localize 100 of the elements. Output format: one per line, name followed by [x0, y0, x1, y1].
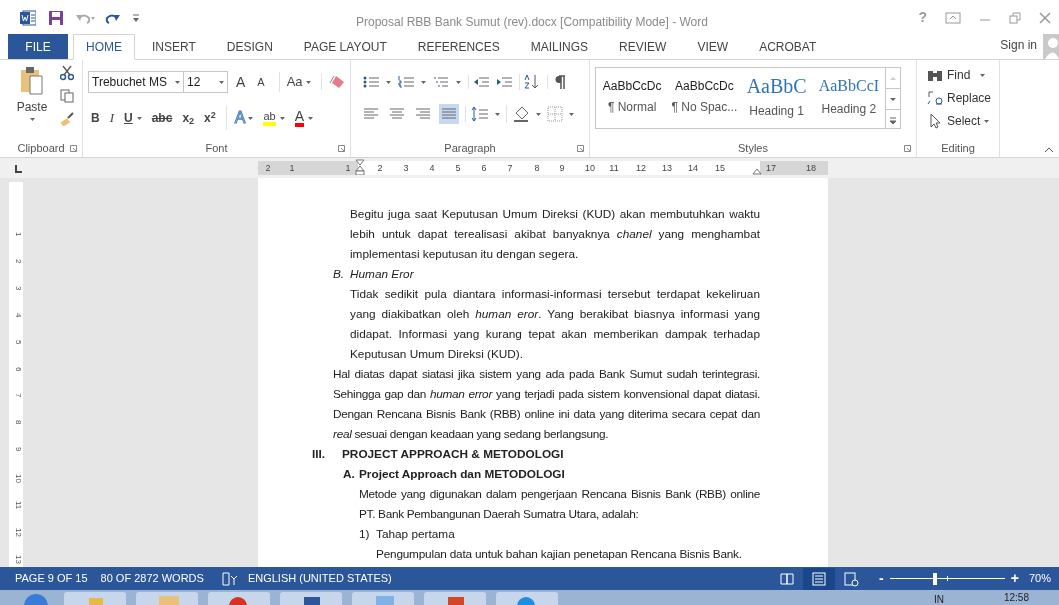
- caret-icon[interactable]: [308, 116, 314, 120]
- caret-icon: [29, 118, 35, 121]
- close-icon[interactable]: [1039, 11, 1051, 24]
- cut-icon[interactable]: [60, 65, 74, 81]
- highlight-button[interactable]: ab: [263, 110, 276, 126]
- taskbar-app-icon[interactable]: [208, 592, 270, 605]
- shading-icon[interactable]: [506, 105, 530, 123]
- caret-icon[interactable]: [279, 116, 285, 120]
- find-button[interactable]: Find: [927, 66, 992, 84]
- caret-icon[interactable]: [569, 112, 574, 116]
- ruler-number: 3: [403, 162, 409, 175]
- paragraph: Metode yang digunakan dalam pengerjaan Rencana Bisnis Bank (RBB) online PT. Bank Pembangunan Daerah Sumatra Utara, adalah:: [359, 487, 760, 521]
- ruler-number: 2: [377, 162, 383, 175]
- language-indicator[interactable]: ENGLISH (UNITED STATES): [247, 570, 392, 587]
- proofing-icon[interactable]: [221, 571, 238, 586]
- page-count[interactable]: PAGE 9 OF 15: [15, 570, 88, 587]
- paste-button[interactable]: Paste: [12, 66, 52, 138]
- replace-button[interactable]: Replace: [927, 89, 992, 107]
- dialog-launcher-icon[interactable]: [904, 145, 911, 152]
- bold-button[interactable]: B: [91, 109, 100, 127]
- zoom-slider[interactable]: [889, 572, 1005, 585]
- dialog-launcher-icon[interactable]: [577, 145, 584, 152]
- list-item-text: Human Eror: [350, 266, 414, 283]
- ribbon-tab[interactable]: ACROBAT: [745, 34, 831, 59]
- format-painter-icon[interactable]: [60, 112, 74, 126]
- file-tab[interactable]: FILE: [8, 34, 68, 59]
- caret-icon[interactable]: [136, 116, 142, 120]
- ribbon-tab[interactable]: PAGE LAYOUT: [289, 34, 401, 59]
- numbering-icon[interactable]: [398, 75, 414, 89]
- increase-indent-icon[interactable]: [496, 75, 512, 89]
- ribbon-tab[interactable]: INSERT: [138, 34, 210, 59]
- ribbon-tab[interactable]: REVIEW: [605, 34, 681, 59]
- sub-button[interactable]: x$_{2}$: [182, 109, 195, 127]
- bullets-icon[interactable]: [363, 75, 379, 89]
- font-color-button[interactable]: A: [294, 109, 305, 127]
- save-icon[interactable]: [48, 9, 64, 26]
- taskbar-app-icon[interactable]: [280, 592, 342, 605]
- word-logo-icon[interactable]: [20, 9, 36, 26]
- ruler-number: 2: [13, 258, 23, 264]
- font-name-field[interactable]: Trebuchet MS: [88, 71, 184, 93]
- collapse-ribbon-icon[interactable]: [1044, 147, 1054, 153]
- ruler-number: 1: [289, 162, 295, 175]
- group-label: Clipboard: [17, 140, 65, 156]
- sup-button[interactable]: x$^{2}$: [204, 109, 216, 127]
- taskbar-app-icon[interactable]: [496, 592, 558, 605]
- dialog-launcher-icon[interactable]: [70, 145, 77, 152]
- zoom-out-button[interactable]: -: [879, 568, 884, 589]
- paragraph: Pengumpulan data untuk bahan kajian penetapan Rencana Bisnis Bank.: [376, 547, 742, 561]
- style-item[interactable]: AaBbCcDc ¶ Normal: [596, 68, 669, 128]
- dialog-launcher-icon[interactable]: [338, 145, 345, 152]
- grow-font-button[interactable]: A: [236, 71, 246, 93]
- ribbon-tab[interactable]: HOME: [73, 34, 135, 60]
- ruler-number: 10: [585, 162, 595, 175]
- ribbon-tab[interactable]: REFERENCES: [403, 34, 514, 59]
- shrink-font-button[interactable]: A: [257, 73, 265, 91]
- style-item[interactable]: AaBbC Heading 1: [740, 68, 813, 128]
- ribbon-tab[interactable]: DESIGN: [212, 34, 287, 59]
- ruler-number: 7: [507, 162, 513, 175]
- word-count[interactable]: 80 OF 2872 WORDS: [100, 570, 204, 587]
- sort-icon[interactable]: [519, 74, 540, 90]
- decrease-indent-icon[interactable]: [468, 75, 489, 89]
- multilevel-list-icon[interactable]: [433, 75, 449, 89]
- taskbar-app-icon[interactable]: [424, 592, 486, 605]
- line-spacing-icon[interactable]: [465, 106, 489, 122]
- caret-icon: [984, 119, 990, 123]
- italic-button[interactable]: I: [109, 108, 114, 128]
- caret-icon: [980, 73, 986, 77]
- caret-icon[interactable]: [456, 80, 461, 84]
- strike-button[interactable]: abc: [151, 109, 173, 127]
- caret-icon[interactable]: [536, 112, 541, 116]
- binoculars-icon: [927, 68, 943, 82]
- copy-icon[interactable]: [60, 89, 74, 103]
- input-language[interactable]: IN: [933, 592, 944, 605]
- indent-marker-icon[interactable]: [355, 159, 365, 175]
- right-indent-marker-icon[interactable]: [752, 168, 762, 175]
- clear-formatting-icon[interactable]: [320, 74, 346, 90]
- ribbon-tab[interactable]: VIEW: [683, 34, 743, 59]
- underline-button[interactable]: U: [124, 109, 133, 127]
- clock[interactable]: 12:58: [1003, 590, 1029, 605]
- paragraph-marks-icon[interactable]: [547, 75, 566, 89]
- customize-toolbar-icon[interactable]: [132, 12, 140, 23]
- ribbon-tab[interactable]: MAILINGS: [516, 34, 603, 59]
- print-view-icon[interactable]: [803, 567, 836, 590]
- caret-icon[interactable]: [305, 80, 311, 84]
- font-size-field[interactable]: 12: [184, 71, 228, 93]
- caret-icon[interactable]: [495, 112, 500, 116]
- style-item[interactable]: AaBbCcI Heading 2: [812, 68, 885, 128]
- select-button[interactable]: Select: [927, 112, 992, 130]
- caret-icon[interactable]: [386, 80, 391, 84]
- style-item[interactable]: AaBbCcDc ¶ No Spac...: [668, 68, 741, 128]
- caret-icon[interactable]: [421, 80, 426, 84]
- zoom-in-button[interactable]: +: [1010, 568, 1019, 589]
- ruler-number: 11: [13, 501, 23, 510]
- zoom-level[interactable]: 70%: [1028, 570, 1051, 587]
- change-case-button[interactable]: Aa: [286, 72, 303, 92]
- ribbon-display-icon[interactable]: [945, 11, 961, 24]
- group-label: Paragraph: [444, 140, 496, 156]
- caret-icon[interactable]: [248, 116, 254, 120]
- tab-selector-icon[interactable]: [13, 164, 23, 174]
- sign-in-link[interactable]: Sign in: [1000, 35, 1037, 54]
